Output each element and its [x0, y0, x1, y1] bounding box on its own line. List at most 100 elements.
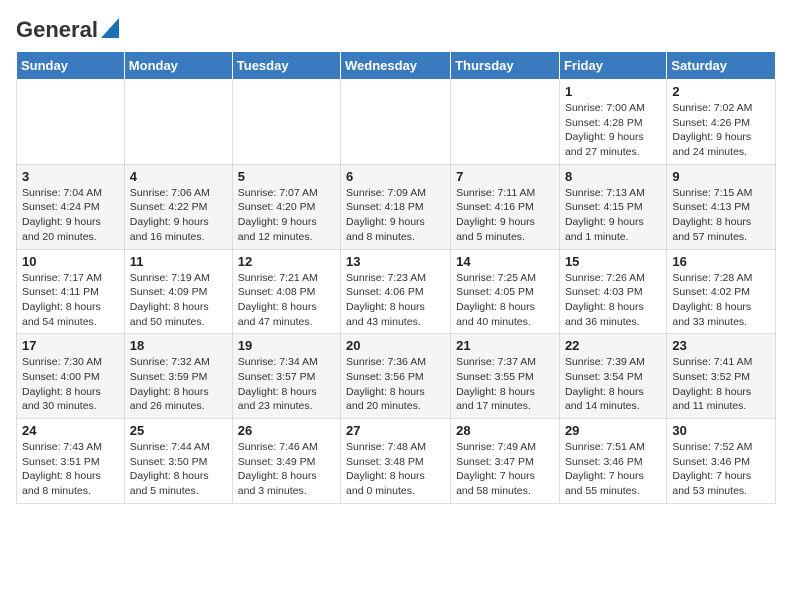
day-info: Sunrise: 7:51 AMSunset: 3:46 PMDaylight:… — [565, 440, 661, 499]
day-number: 7 — [456, 169, 554, 184]
day-info: Sunrise: 7:46 AMSunset: 3:49 PMDaylight:… — [238, 440, 335, 499]
calendar-cell: 24Sunrise: 7:43 AMSunset: 3:51 PMDayligh… — [17, 419, 125, 504]
day-info: Sunrise: 7:32 AMSunset: 3:59 PMDaylight:… — [130, 355, 227, 414]
calendar-cell: 9 Sunrise: 7:15 AMSunset: 4:13 PMDaylight… — [667, 164, 776, 249]
day-number: 3 — [22, 169, 119, 184]
day-info: Sunrise: 7:23 AMSunset: 4:06 PMDaylight:… — [346, 271, 445, 330]
calendar-cell: 8 Sunrise: 7:13 AMSunset: 4:15 PMDaylight… — [559, 164, 666, 249]
logo-triangle-icon — [101, 18, 119, 43]
day-info: Sunrise: 7:04 AMSunset: 4:24 PMDaylight:… — [22, 186, 119, 245]
day-number: 20 — [346, 338, 445, 353]
calendar-cell: 28 Sunrise: 7:49 AMSunset: 3:47 PMDayligh… — [451, 419, 560, 504]
day-number: 22 — [565, 338, 661, 353]
calendar-cell — [341, 80, 451, 165]
dow-header-wednesday: Wednesday — [341, 52, 451, 80]
dow-header-saturday: Saturday — [667, 52, 776, 80]
calendar-cell: 13 Sunrise: 7:23 AMSunset: 4:06 PMDayligh… — [341, 249, 451, 334]
calendar-cell: 3 Sunrise: 7:04 AMSunset: 4:24 PMDaylight… — [17, 164, 125, 249]
day-number: 10 — [22, 254, 119, 269]
calendar-cell: 11 Sunrise: 7:19 AMSunset: 4:09 PMDayligh… — [124, 249, 232, 334]
day-number: 23 — [672, 338, 770, 353]
calendar-cell: 21 Sunrise: 7:37 AMSunset: 3:55 PMDayligh… — [451, 334, 560, 419]
day-number: 5 — [238, 169, 335, 184]
day-number: 15 — [565, 254, 661, 269]
calendar-cell — [17, 80, 125, 165]
calendar-cell — [451, 80, 560, 165]
calendar-cell: 1 Sunrise: 7:00 AMSunset: 4:28 PMDaylight… — [559, 80, 666, 165]
day-number: 27 — [346, 423, 445, 438]
dow-header-sunday: Sunday — [17, 52, 125, 80]
day-info: Sunrise: 7:30 AMSunset: 4:00 PMDaylight:… — [22, 355, 119, 414]
logo-text-general: General — [16, 17, 98, 43]
calendar-cell: 15 Sunrise: 7:26 AMSunset: 4:03 PMDayligh… — [559, 249, 666, 334]
day-info: Sunrise: 7:49 AMSunset: 3:47 PMDaylight:… — [456, 440, 554, 499]
day-number: 2 — [672, 84, 770, 99]
day-info: Sunrise: 7:37 AMSunset: 3:55 PMDaylight:… — [456, 355, 554, 414]
day-info: Sunrise: 7:06 AMSunset: 4:22 PMDaylight:… — [130, 186, 227, 245]
calendar-cell: 19 Sunrise: 7:34 AMSunset: 3:57 PMDayligh… — [232, 334, 340, 419]
calendar-cell: 26Sunrise: 7:46 AMSunset: 3:49 PMDayligh… — [232, 419, 340, 504]
day-info: Sunrise: 7:41 AMSunset: 3:52 PMDaylight:… — [672, 355, 770, 414]
day-number: 11 — [130, 254, 227, 269]
day-number: 9 — [672, 169, 770, 184]
day-info: Sunrise: 7:09 AMSunset: 4:18 PMDaylight:… — [346, 186, 445, 245]
day-info: Sunrise: 7:39 AMSunset: 3:54 PMDaylight:… — [565, 355, 661, 414]
day-number: 25 — [130, 423, 227, 438]
calendar-cell: 4 Sunrise: 7:06 AMSunset: 4:22 PMDaylight… — [124, 164, 232, 249]
day-info: Sunrise: 7:26 AMSunset: 4:03 PMDaylight:… — [565, 271, 661, 330]
day-info: Sunrise: 7:21 AMSunset: 4:08 PMDaylight:… — [238, 271, 335, 330]
day-number: 21 — [456, 338, 554, 353]
calendar-cell: 23 Sunrise: 7:41 AMSunset: 3:52 PMDayligh… — [667, 334, 776, 419]
calendar-cell — [232, 80, 340, 165]
day-number: 1 — [565, 84, 661, 99]
day-info: Sunrise: 7:00 AMSunset: 4:28 PMDaylight:… — [565, 101, 661, 160]
calendar-cell: 25 Sunrise: 7:44 AMSunset: 3:50 PMDayligh… — [124, 419, 232, 504]
day-number: 14 — [456, 254, 554, 269]
calendar-cell: 5 Sunrise: 7:07 AMSunset: 4:20 PMDaylight… — [232, 164, 340, 249]
day-info: Sunrise: 7:34 AMSunset: 3:57 PMDaylight:… — [238, 355, 335, 414]
day-info: Sunrise: 7:11 AMSunset: 4:16 PMDaylight:… — [456, 186, 554, 245]
day-number: 30 — [672, 423, 770, 438]
calendar-cell: 22 Sunrise: 7:39 AMSunset: 3:54 PMDayligh… — [559, 334, 666, 419]
calendar-cell: 10 Sunrise: 7:17 AMSunset: 4:11 PMDayligh… — [17, 249, 125, 334]
day-info: Sunrise: 7:13 AMSunset: 4:15 PMDaylight:… — [565, 186, 661, 245]
day-number: 4 — [130, 169, 227, 184]
calendar-cell: 30 Sunrise: 7:52 AMSunset: 3:46 PMDayligh… — [667, 419, 776, 504]
day-info: Sunrise: 7:25 AMSunset: 4:05 PMDaylight:… — [456, 271, 554, 330]
day-info: Sunrise: 7:02 AMSunset: 4:26 PMDaylight:… — [672, 101, 770, 160]
day-number: 18 — [130, 338, 227, 353]
calendar-cell: 29 Sunrise: 7:51 AMSunset: 3:46 PMDayligh… — [559, 419, 666, 504]
day-info: Sunrise: 7:36 AMSunset: 3:56 PMDaylight:… — [346, 355, 445, 414]
day-number: 16 — [672, 254, 770, 269]
dow-header-monday: Monday — [124, 52, 232, 80]
day-info: Sunrise: 7:48 AMSunset: 3:48 PMDaylight:… — [346, 440, 445, 499]
calendar-cell: 27 Sunrise: 7:48 AMSunset: 3:48 PMDayligh… — [341, 419, 451, 504]
calendar-cell: 2 Sunrise: 7:02 AMSunset: 4:26 PMDaylight… — [667, 80, 776, 165]
calendar: SundayMondayTuesdayWednesdayThursdayFrid… — [16, 51, 776, 504]
calendar-cell: 16 Sunrise: 7:28 AMSunset: 4:02 PMDayligh… — [667, 249, 776, 334]
day-number: 8 — [565, 169, 661, 184]
calendar-cell: 17Sunrise: 7:30 AMSunset: 4:00 PMDayligh… — [17, 334, 125, 419]
day-number: 28 — [456, 423, 554, 438]
day-info: Sunrise: 7:15 AMSunset: 4:13 PMDaylight:… — [672, 186, 770, 245]
dow-header-tuesday: Tuesday — [232, 52, 340, 80]
calendar-cell: 12 Sunrise: 7:21 AMSunset: 4:08 PMDayligh… — [232, 249, 340, 334]
day-info: Sunrise: 7:19 AMSunset: 4:09 PMDaylight:… — [130, 271, 227, 330]
logo: General — [16, 16, 119, 43]
day-number: 13 — [346, 254, 445, 269]
calendar-cell: 7 Sunrise: 7:11 AMSunset: 4:16 PMDaylight… — [451, 164, 560, 249]
dow-header-thursday: Thursday — [451, 52, 560, 80]
day-number: 19 — [238, 338, 335, 353]
day-info: Sunrise: 7:52 AMSunset: 3:46 PMDaylight:… — [672, 440, 770, 499]
calendar-cell — [124, 80, 232, 165]
day-info: Sunrise: 7:07 AMSunset: 4:20 PMDaylight:… — [238, 186, 335, 245]
day-info: Sunrise: 7:17 AMSunset: 4:11 PMDaylight:… — [22, 271, 119, 330]
calendar-cell: 6Sunrise: 7:09 AMSunset: 4:18 PMDaylight… — [341, 164, 451, 249]
day-info: Sunrise: 7:43 AMSunset: 3:51 PMDaylight:… — [22, 440, 119, 499]
calendar-cell: 18 Sunrise: 7:32 AMSunset: 3:59 PMDayligh… — [124, 334, 232, 419]
day-info: Sunrise: 7:44 AMSunset: 3:50 PMDaylight:… — [130, 440, 227, 499]
day-number: 12 — [238, 254, 335, 269]
day-info: Sunrise: 7:28 AMSunset: 4:02 PMDaylight:… — [672, 271, 770, 330]
calendar-cell: 14 Sunrise: 7:25 AMSunset: 4:05 PMDayligh… — [451, 249, 560, 334]
day-number: 29 — [565, 423, 661, 438]
